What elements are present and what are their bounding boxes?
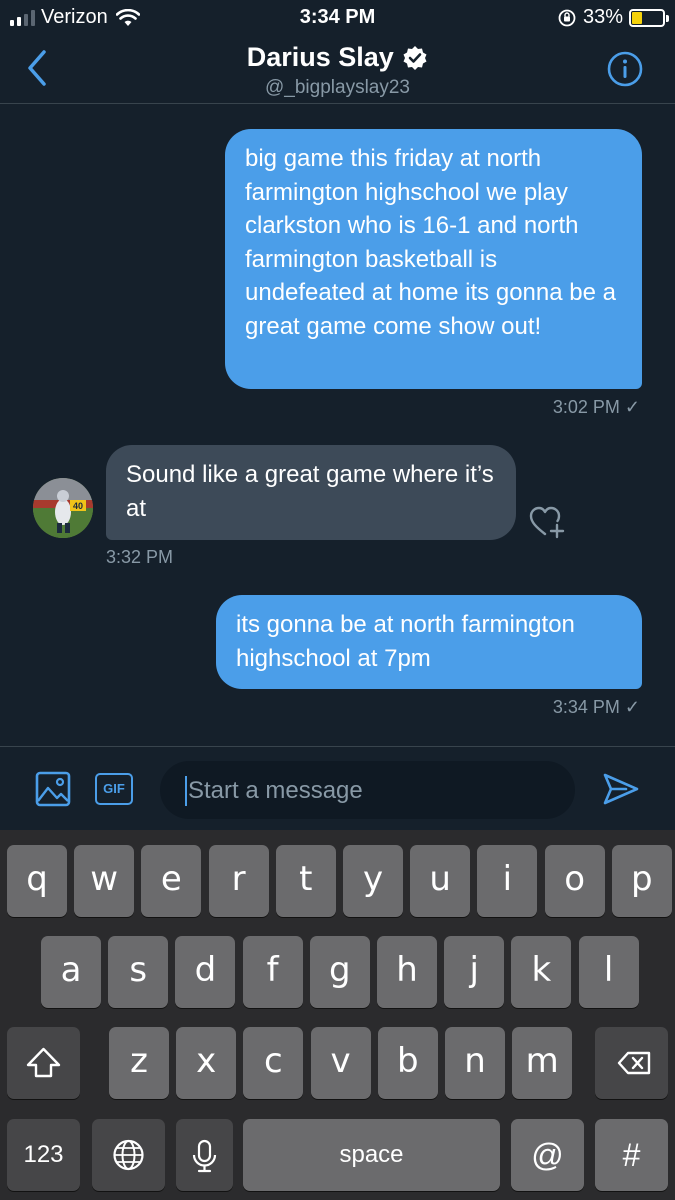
gif-button[interactable]: GIF [95, 773, 133, 805]
message-composer: GIF Start a message [0, 746, 675, 830]
delete-key[interactable] [595, 1027, 668, 1099]
header-title-row: Darius Slay [0, 42, 675, 73]
key-h[interactable]: h [377, 936, 437, 1008]
key-t[interactable]: t [275, 845, 336, 917]
microphone-icon [192, 1139, 217, 1173]
key-r[interactable]: r [208, 845, 269, 917]
key-s[interactable]: s [108, 936, 169, 1008]
at-key[interactable]: @ [511, 1119, 584, 1191]
message-input[interactable]: Start a message [160, 761, 575, 819]
message-text: Sound like a great game where it’s at [126, 461, 494, 522]
message-timestamp: 3:34 PM ✓ [552, 697, 640, 717]
info-icon[interactable] [607, 51, 643, 87]
key-j[interactable]: j [444, 936, 505, 1008]
message-timestamp: 3:32 PM [106, 547, 174, 567]
key-o[interactable]: o [544, 845, 605, 917]
key-m[interactable]: m [512, 1027, 573, 1099]
key-u[interactable]: u [410, 845, 471, 917]
globe-key[interactable] [92, 1119, 165, 1191]
key-l[interactable]: l [578, 936, 639, 1008]
send-icon[interactable] [602, 771, 640, 807]
like-heart-plus-icon[interactable] [528, 503, 568, 539]
avatar-photo: 40 [33, 478, 93, 538]
avatar[interactable]: 40 [33, 478, 93, 538]
key-a[interactable]: a [41, 936, 101, 1008]
message-text: big game this friday at north farmington… [245, 145, 616, 340]
keyboard: qwertyuiop asdfghjkl zxcvbnm 123 space @… [0, 830, 675, 1200]
status-right: 33% [557, 6, 669, 29]
svg-text:40: 40 [73, 501, 83, 511]
backspace-icon [617, 1051, 651, 1075]
battery-percent: 33% [582, 6, 623, 28]
hash-key[interactable]: # [595, 1119, 668, 1191]
battery-icon [629, 8, 669, 27]
key-e[interactable]: e [141, 845, 202, 917]
numbers-key[interactable]: 123 [7, 1119, 80, 1191]
globe-icon [113, 1139, 144, 1171]
key-x[interactable]: x [176, 1027, 237, 1099]
contact-name[interactable]: Darius Slay [247, 42, 394, 72]
message-text: its gonna be at north farmington highsch… [236, 611, 575, 672]
key-w[interactable]: w [74, 845, 135, 917]
orientation-lock-icon [558, 9, 576, 26]
microphone-key[interactable] [176, 1119, 233, 1191]
text-caret [185, 776, 187, 806]
key-b[interactable]: b [377, 1027, 438, 1099]
space-key[interactable]: space [243, 1119, 500, 1191]
message-input-placeholder: Start a message [188, 777, 363, 804]
image-icon[interactable] [35, 771, 71, 807]
verified-badge-icon [403, 45, 427, 70]
key-n[interactable]: n [445, 1027, 505, 1099]
key-y[interactable]: y [343, 845, 403, 917]
outgoing-message-bubble[interactable]: big game this friday at north farmington… [225, 129, 642, 389]
message-timestamp: 3:02 PM ✓ [552, 397, 640, 417]
conversation-header: Darius Slay @_bigplayslay23 [0, 36, 675, 104]
key-f[interactable]: f [242, 936, 303, 1008]
contact-handle: @_bigplayslay23 [265, 77, 410, 98]
shift-icon [26, 1047, 61, 1078]
key-p[interactable]: p [611, 845, 672, 917]
key-k[interactable]: k [511, 936, 572, 1008]
outgoing-message-bubble[interactable]: its gonna be at north farmington highsch… [216, 595, 642, 689]
key-q[interactable]: q [7, 845, 67, 917]
key-d[interactable]: d [175, 936, 236, 1008]
key-v[interactable]: v [310, 1027, 371, 1099]
status-bar: Verizon 3:34 PM 33% [0, 0, 675, 36]
key-z[interactable]: z [109, 1027, 169, 1099]
shift-key[interactable] [7, 1027, 80, 1099]
key-g[interactable]: g [309, 936, 370, 1008]
incoming-message-bubble[interactable]: Sound like a great game where it’s at [106, 445, 516, 540]
key-i[interactable]: i [477, 845, 538, 917]
key-c[interactable]: c [243, 1027, 304, 1099]
